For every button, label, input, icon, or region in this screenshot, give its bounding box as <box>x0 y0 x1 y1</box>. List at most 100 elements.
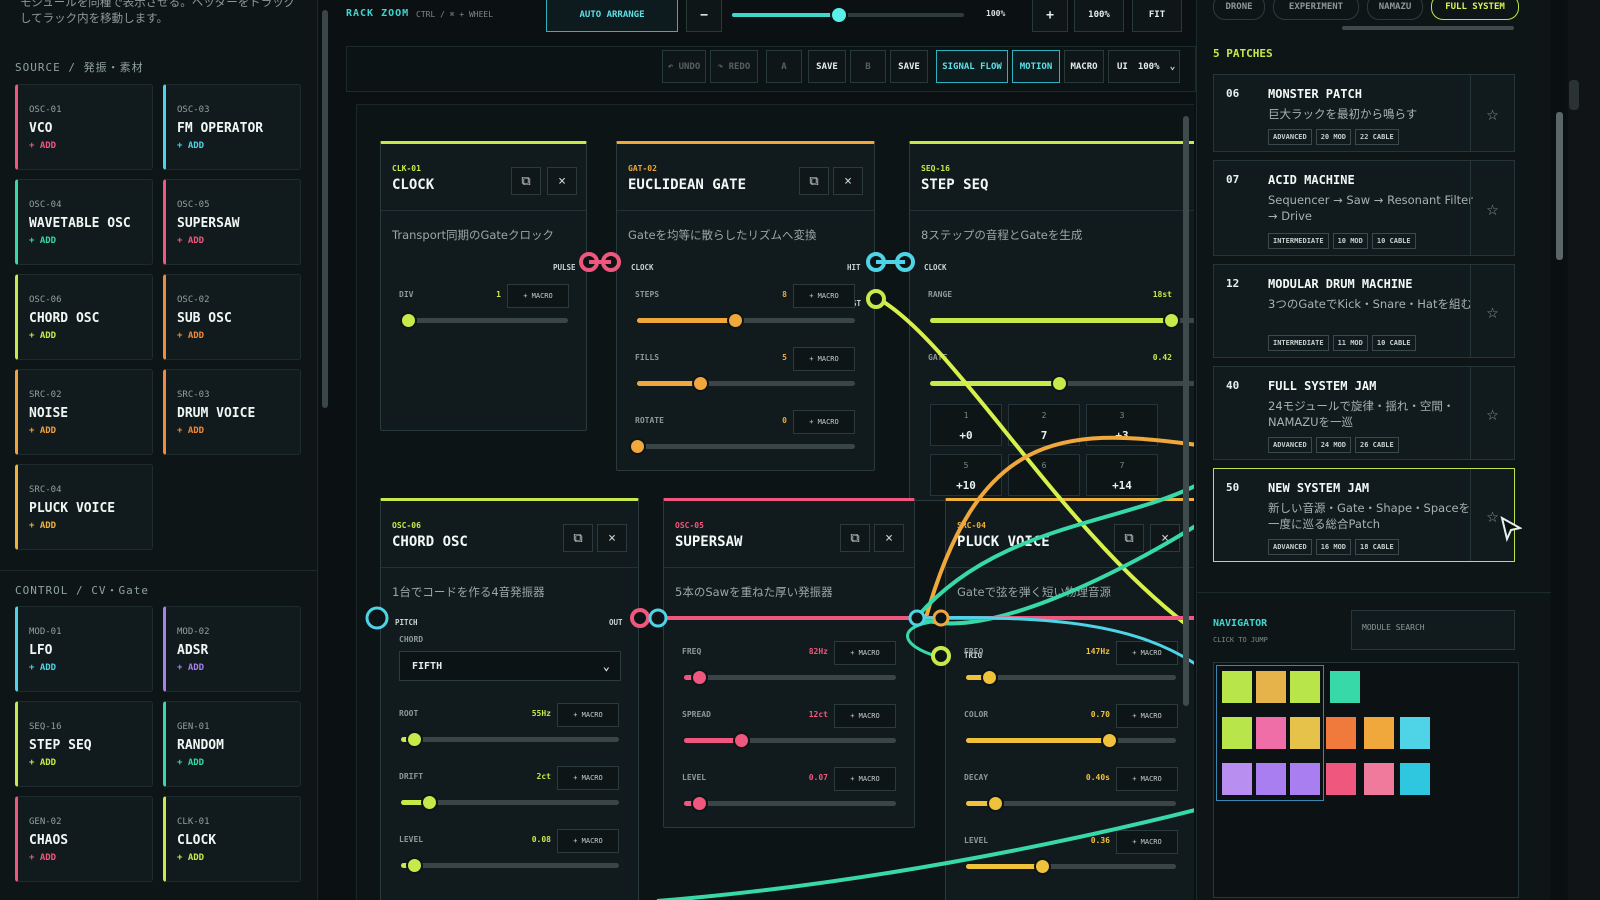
patch-card-06[interactable]: 06 MONSTER PATCH 巨大ラックを最初から鳴らす ADVANCED 20 M… <box>1213 74 1515 152</box>
chord-select[interactable]: FIFTH ⌄ <box>399 651 621 681</box>
patch-card-50[interactable]: 50 NEW SYSTEM JAM 新しい音源・Gate・Shape・Spaceを一… <box>1213 468 1515 562</box>
macro-button[interactable]: + MACRO <box>507 284 569 308</box>
macro-button[interactable]: + MACRO <box>834 641 896 665</box>
param-slider-root[interactable] <box>401 731 619 748</box>
param-slider-spread[interactable] <box>684 732 896 749</box>
module-pluck-voice[interactable]: SRC-04 PLUCK VOICE ⧉ × Gateで弦を弾く短い物理音源 T… <box>945 498 1194 900</box>
param-slider-freq[interactable] <box>966 669 1176 686</box>
slot-a-button[interactable]: A <box>766 50 802 83</box>
navigator-module-block[interactable] <box>1290 717 1320 749</box>
param-slider-steps[interactable] <box>637 312 855 329</box>
add-module-button[interactable]: + ADD <box>29 426 56 436</box>
param-slider-fills[interactable] <box>637 375 855 392</box>
sidebar-scrollbar[interactable] <box>320 0 330 900</box>
slider-knob[interactable] <box>690 669 708 686</box>
module-card-wavetable-osc[interactable]: OSC-04 WAVETABLE OSC + ADD <box>15 179 153 265</box>
seq-step-cell[interactable]: 7 +14 <box>1086 454 1158 496</box>
close-icon[interactable]: × <box>597 524 627 552</box>
close-icon[interactable]: × <box>874 524 904 552</box>
macro-button[interactable]: + MACRO <box>834 767 896 791</box>
param-slider-level[interactable] <box>684 795 896 812</box>
param-slider-gate[interactable] <box>930 375 1194 392</box>
macro-button[interactable]: + MACRO <box>834 704 896 728</box>
slider-knob[interactable] <box>1050 375 1068 392</box>
add-module-button[interactable]: + ADD <box>29 663 56 673</box>
add-module-button[interactable]: + ADD <box>177 663 204 673</box>
slider-knob[interactable] <box>1100 732 1118 749</box>
motion-toggle[interactable]: MOTION <box>1012 50 1060 83</box>
navigator-module-block[interactable] <box>1330 671 1360 703</box>
macro-button[interactable]: + MACRO <box>1116 767 1178 791</box>
zoom-slider-knob[interactable] <box>829 6 848 24</box>
slot-b-button[interactable]: B <box>850 50 886 83</box>
macro-button[interactable]: + MACRO <box>557 829 619 853</box>
slider-knob[interactable] <box>421 794 439 811</box>
duplicate-icon[interactable]: ⧉ <box>1114 524 1144 552</box>
zoom-slider[interactable] <box>732 6 964 24</box>
add-module-button[interactable]: + ADD <box>29 853 56 863</box>
ui-scale-select[interactable]: UI 100% ⌄ <box>1108 50 1180 83</box>
module-clock[interactable]: CLK-01 CLOCK ⧉ × Transport同期のGateクロック PU… <box>380 141 587 431</box>
macro-button[interactable]: + MACRO <box>557 766 619 790</box>
zoom-fit-button[interactable]: FIT <box>1132 0 1182 32</box>
navigator-module-block[interactable] <box>1400 717 1430 749</box>
zoom-out-button[interactable]: − <box>686 0 722 32</box>
param-slider-decay[interactable] <box>966 795 1176 812</box>
seq-step-cell[interactable]: 1 +0 <box>930 404 1002 446</box>
macro-button[interactable]: + MACRO <box>557 703 619 727</box>
add-module-button[interactable]: + ADD <box>29 236 56 246</box>
undo-button[interactable]: ↶ UNDO <box>662 50 706 83</box>
zoom-reset-button[interactable]: 100% <box>1074 0 1124 32</box>
module-supersaw[interactable]: OSC-05 SUPERSAW ⧉ × 5本のSawを重ねた厚い発振器 FREQ… <box>663 498 915 828</box>
favorite-star-icon[interactable]: ☆ <box>1470 469 1514 561</box>
sidebar-scroll-thumb[interactable] <box>322 10 328 408</box>
navigator-module-block[interactable] <box>1222 671 1252 703</box>
favorite-star-icon[interactable]: ☆ <box>1470 161 1514 255</box>
module-card-supersaw[interactable]: OSC-05 SUPERSAW + ADD <box>163 179 301 265</box>
param-slider-color[interactable] <box>966 732 1176 749</box>
param-slider-freq[interactable] <box>684 669 896 686</box>
module-card-step-seq[interactable]: SEQ-16 STEP SEQ + ADD <box>15 701 153 787</box>
div-slider[interactable] <box>400 312 568 329</box>
rack-scrollbar[interactable] <box>1180 104 1192 900</box>
seq-step-cell[interactable]: 6 <box>1008 454 1080 496</box>
add-module-button[interactable]: + ADD <box>177 758 204 768</box>
slider-knob[interactable] <box>727 312 745 329</box>
window-scroll-thumb[interactable] <box>1569 80 1579 110</box>
tab-drone[interactable]: DRONE <box>1213 0 1265 20</box>
navigator-module-block[interactable] <box>1400 763 1430 795</box>
favorite-star-icon[interactable]: ☆ <box>1470 367 1514 459</box>
module-chord-osc[interactable]: OSC-06 CHORD OSC ⧉ × 1台でコードを作る4音発振器 PITC… <box>380 498 639 900</box>
tab-experiment[interactable]: EXPERIMENT <box>1273 0 1359 20</box>
close-icon[interactable]: × <box>1150 524 1180 552</box>
panel-scrollbar[interactable] <box>1552 0 1566 900</box>
macro-button[interactable]: + MACRO <box>793 410 855 434</box>
navigator-module-block[interactable] <box>1364 717 1394 749</box>
save-b-button[interactable]: SAVE <box>890 50 928 83</box>
module-card-chaos[interactable]: GEN-02 CHAOS + ADD <box>15 796 153 882</box>
module-search-input[interactable]: MODULE SEARCH <box>1351 610 1515 650</box>
seq-step-cell[interactable]: 3 +3 <box>1086 404 1158 446</box>
macro-button[interactable]: + MACRO <box>793 284 855 308</box>
module-card-lfo[interactable]: MOD-01 LFO + ADD <box>15 606 153 692</box>
navigator-module-block[interactable] <box>1290 671 1320 703</box>
param-slider-range[interactable] <box>930 312 1194 329</box>
panel-scroll-thumb[interactable] <box>1556 112 1563 260</box>
favorite-star-icon[interactable]: ☆ <box>1470 265 1514 357</box>
macro-button[interactable]: + MACRO <box>1116 641 1178 665</box>
module-card-random[interactable]: GEN-01 RANDOM + ADD <box>163 701 301 787</box>
slider-knob[interactable] <box>406 857 424 874</box>
slider-knob[interactable] <box>629 438 646 455</box>
slider-knob[interactable] <box>406 731 424 748</box>
close-icon[interactable]: × <box>833 167 863 195</box>
module-card-vco[interactable]: OSC-01 VCO + ADD <box>15 84 153 170</box>
rack-canvas[interactable]: CLK-01 CLOCK ⧉ × Transport同期のGateクロック PU… <box>356 104 1194 900</box>
add-module-button[interactable]: + ADD <box>177 426 204 436</box>
favorite-star-icon[interactable]: ☆ <box>1470 75 1514 151</box>
module-card-clock[interactable]: CLK-01 CLOCK + ADD <box>163 796 301 882</box>
auto-arrange-button[interactable]: AUTO ARRANGE <box>546 0 678 32</box>
param-slider-level[interactable] <box>966 858 1176 875</box>
signal-flow-toggle[interactable]: SIGNAL FLOW <box>936 50 1008 83</box>
duplicate-icon[interactable]: ⧉ <box>511 167 541 195</box>
navigator-module-block[interactable] <box>1290 763 1320 795</box>
